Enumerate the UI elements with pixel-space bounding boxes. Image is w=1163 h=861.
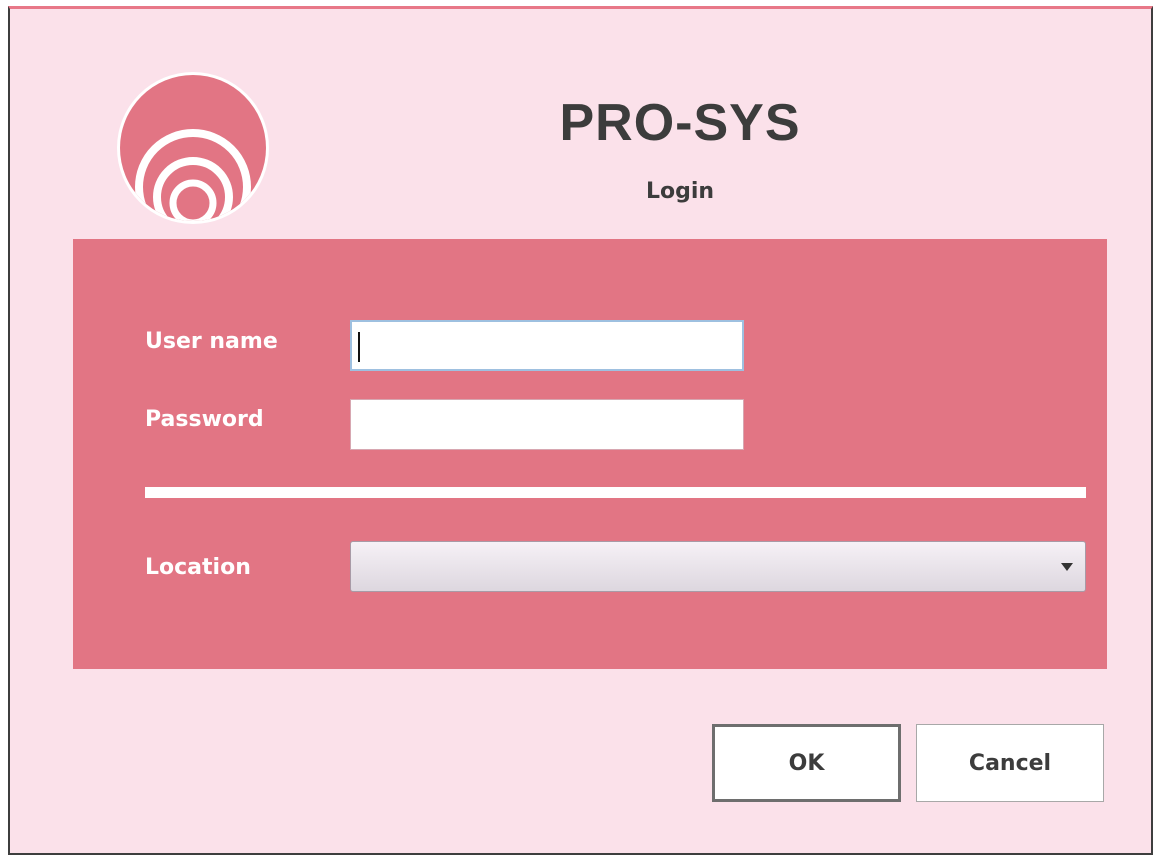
dialog-subtitle: Login: [645, 179, 715, 204]
divider: [145, 487, 1086, 498]
login-form-panel: User name Password Location: [73, 239, 1107, 669]
ok-button[interactable]: OK: [712, 724, 901, 802]
location-dropdown[interactable]: [350, 541, 1086, 592]
cancel-button[interactable]: Cancel: [916, 724, 1104, 802]
password-input[interactable]: [350, 399, 744, 450]
login-window: PRO-SYS Login User name Password Locatio…: [8, 6, 1153, 855]
chevron-down-icon[interactable]: [1061, 563, 1073, 571]
username-input[interactable]: [350, 320, 744, 371]
text-caret: [358, 332, 360, 362]
username-label: User name: [145, 329, 278, 354]
logo-icon: [117, 72, 269, 224]
location-label: Location: [145, 555, 251, 580]
password-label: Password: [145, 407, 264, 432]
app-title: PRO-SYS: [559, 94, 801, 152]
